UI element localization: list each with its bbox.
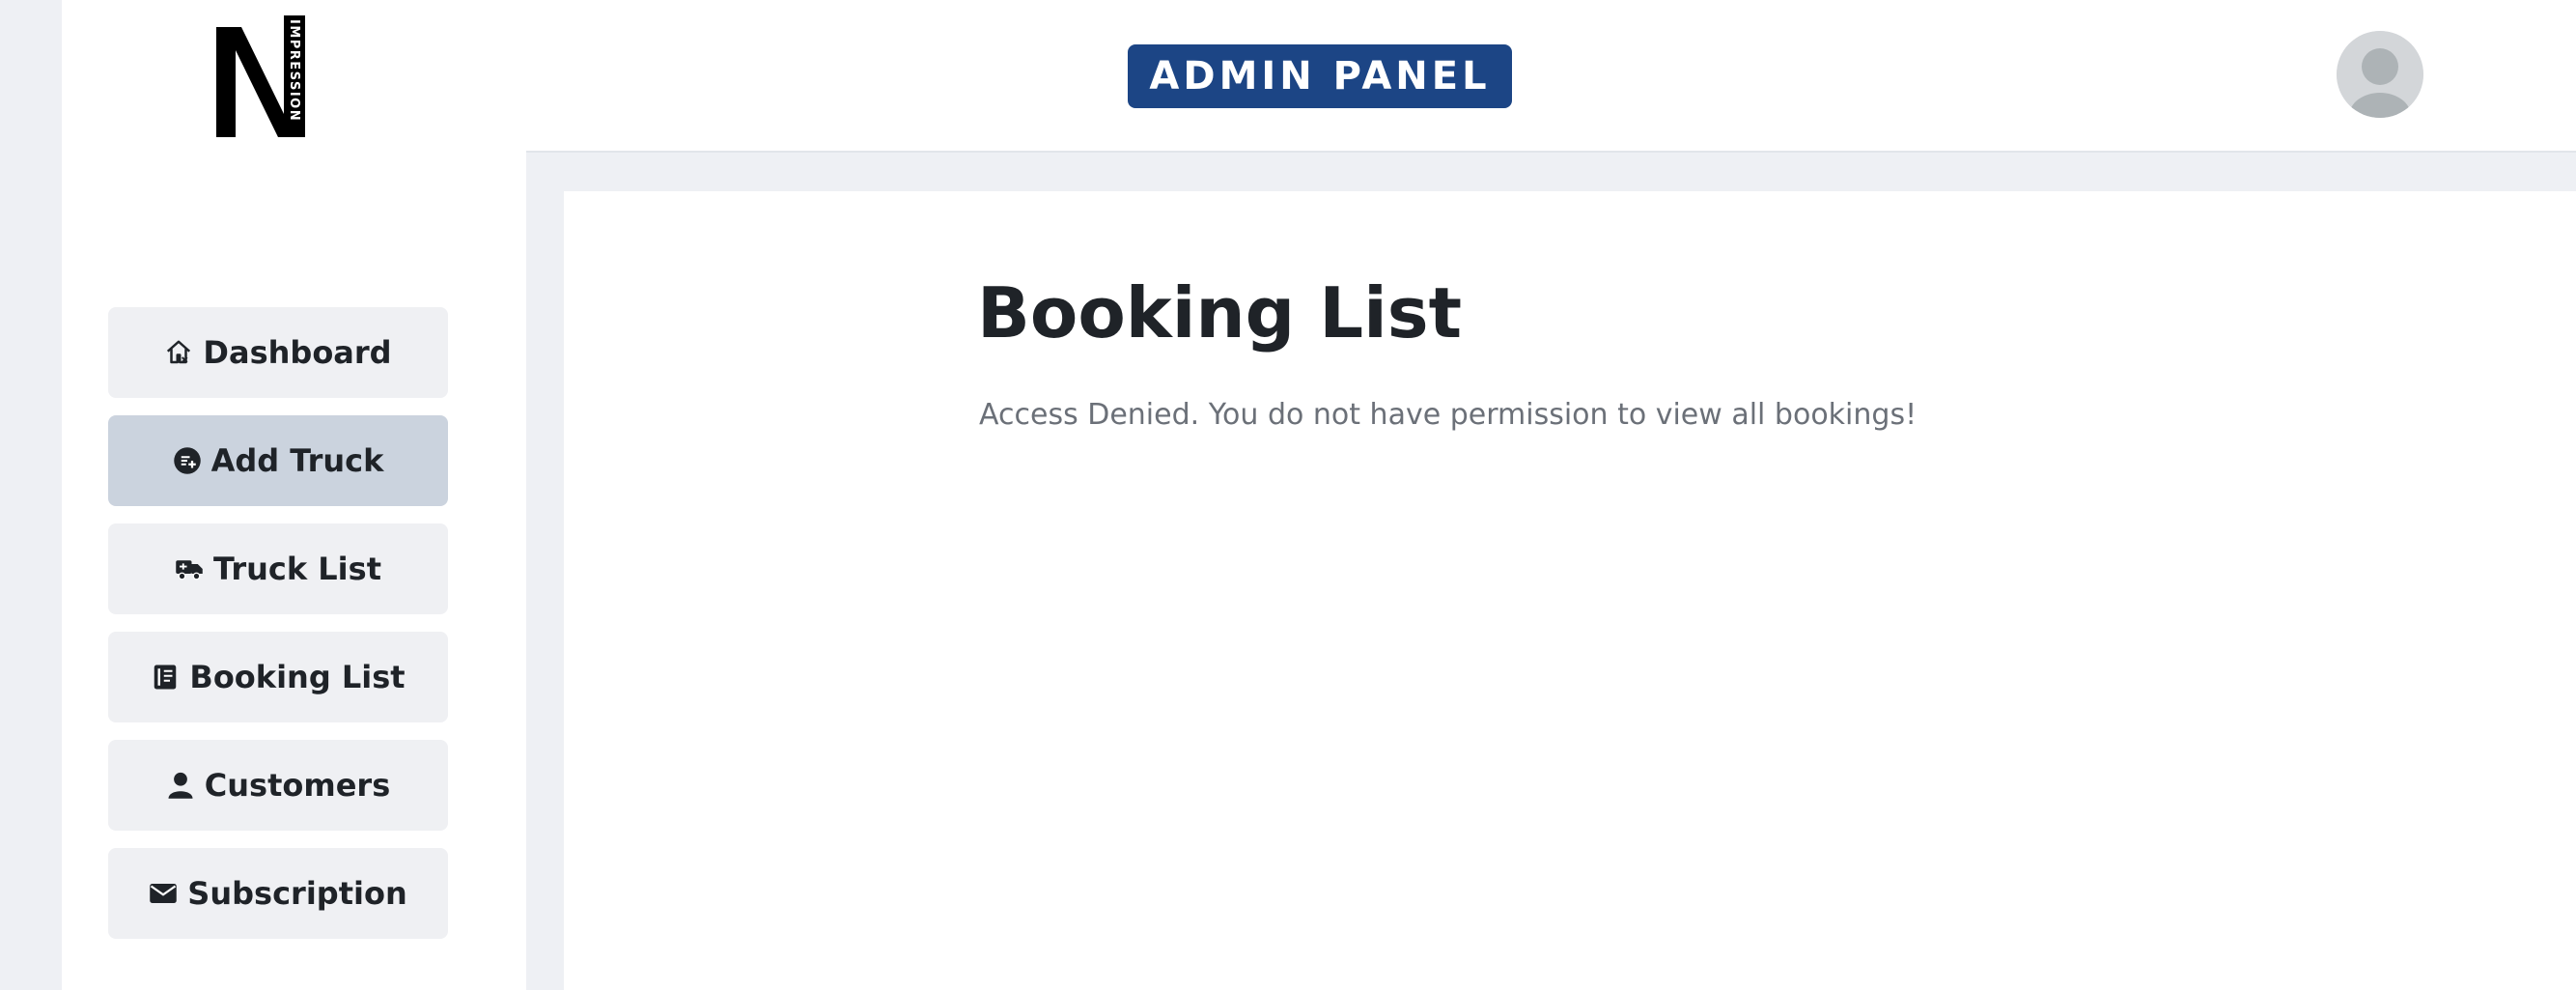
sidebar-item-dashboard[interactable]: Dashboard [108,307,448,398]
user-icon [166,771,195,800]
add-circle-icon [173,446,202,475]
top-header [526,0,2576,153]
sidebar-item-label: Add Truck [210,442,384,479]
logo-wordmark: IMPRESSION [287,19,301,122]
sidebar-item-customers[interactable]: Customers [108,740,448,831]
sidebar-item-booking-list[interactable]: Booking List [108,632,448,722]
admin-panel-badge: ADMIN PANEL [1128,44,1512,108]
content-card [564,191,2576,990]
user-avatar[interactable] [2337,31,2423,118]
book-icon [151,663,180,692]
sidebar-item-label: Booking List [189,659,406,695]
home-icon [164,338,193,367]
mail-icon [149,879,178,908]
access-denied-message: Access Denied. You do not have permissio… [979,398,1918,432]
truck-icon [175,554,204,583]
sidebar-item-label: Dashboard [203,334,392,371]
sidebar-item-truck-list[interactable]: Truck List [108,523,448,614]
sidebar-item-subscription[interactable]: Subscription [108,848,448,939]
sidebar-item-label: Truck List [213,551,381,587]
sidebar-item-label: Customers [204,767,391,804]
avatar-icon [2337,31,2423,118]
page-title: Booking List [977,272,1463,354]
left-strip [0,0,62,990]
sidebar-item-label: Subscription [187,875,407,912]
brand-logo[interactable]: IMPRESSION [214,14,307,139]
sidebar-item-add-truck[interactable]: Add Truck [108,415,448,506]
